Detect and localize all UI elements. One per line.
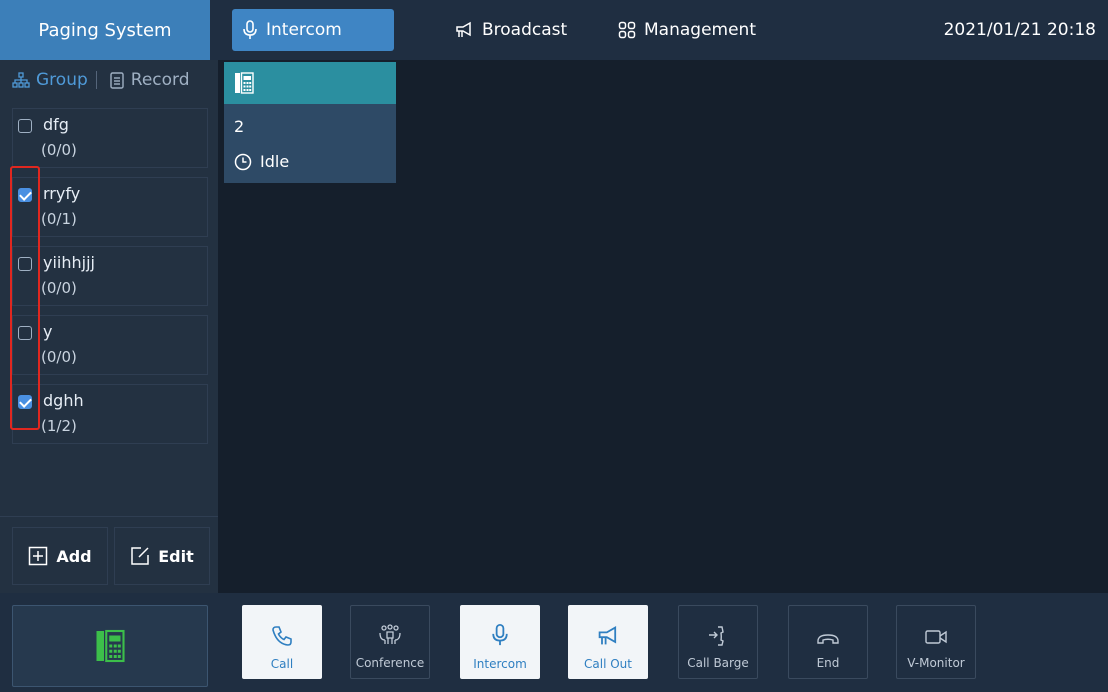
- sidebar-tab-record-label: Record: [130, 70, 190, 90]
- sidebar-tab-group-label: Group: [36, 70, 88, 90]
- device-number: 2: [234, 117, 245, 136]
- v-monitor-button-label: V-Monitor: [907, 656, 965, 670]
- desk-phone-icon: [96, 629, 125, 663]
- checkbox-highlight-box: [10, 166, 40, 430]
- call-out-button[interactable]: Call Out: [568, 605, 648, 679]
- device-card-header: [224, 62, 396, 104]
- tab-management[interactable]: Management: [608, 9, 788, 51]
- hang-up-icon: [817, 634, 839, 644]
- group-count: (0/1): [41, 210, 77, 228]
- clipboard-icon: [110, 72, 124, 89]
- megaphone-icon: [456, 21, 471, 37]
- group-name: dfg: [43, 115, 69, 134]
- sidebar-tabs: Group Record: [0, 60, 218, 100]
- group-item[interactable]: yiihhjjj (0/0): [12, 246, 208, 306]
- call-button[interactable]: Call: [242, 605, 322, 679]
- conference-icon: [379, 624, 401, 644]
- call-out-button-label: Call Out: [584, 657, 632, 671]
- sidebar-tab-record[interactable]: Record: [97, 70, 190, 90]
- datetime: 2021/01/21 20:18: [943, 20, 1096, 40]
- desk-phone-icon: [235, 72, 254, 94]
- group-count: (0/0): [41, 141, 77, 159]
- tab-broadcast[interactable]: Broadcast: [444, 9, 584, 51]
- org-chart-icon: [12, 72, 30, 88]
- plus-square-icon: [29, 546, 48, 566]
- group-name: yiihhjjj: [43, 253, 95, 272]
- intercom-button-label: Intercom: [473, 657, 527, 671]
- tab-management-label: Management: [644, 20, 756, 40]
- group-count: (0/0): [41, 348, 77, 366]
- top-bar: Paging System Intercom Broadcast Managem…: [0, 0, 1108, 60]
- grid-icon: [618, 21, 636, 39]
- group-name: rryfy: [43, 184, 81, 203]
- edit-icon: [131, 547, 149, 565]
- tab-intercom-label: Intercom: [266, 20, 342, 40]
- group-item[interactable]: dghh (1/2): [12, 384, 208, 444]
- main-panel: 2 Idle: [218, 60, 1108, 593]
- video-camera-icon: [925, 630, 947, 644]
- v-monitor-button[interactable]: V-Monitor: [896, 605, 976, 679]
- add-group-button[interactable]: Add: [12, 527, 108, 585]
- call-button-label: Call: [270, 657, 294, 671]
- group-count: (1/2): [41, 417, 77, 435]
- tab-broadcast-label: Broadcast: [482, 20, 568, 40]
- sidebar-tab-group[interactable]: Group: [0, 70, 88, 90]
- clock-icon: [234, 153, 252, 170]
- group-item[interactable]: y (0/0): [12, 315, 208, 375]
- edit-group-label: Edit: [158, 546, 194, 566]
- call-barge-button-label: Call Barge: [687, 656, 749, 670]
- group-list: dfg (0/0) rryfy (0/1) yiihhjjj (0/0) y (…: [12, 108, 208, 453]
- end-call-button[interactable]: End: [788, 605, 868, 679]
- app-title: Paging System: [0, 0, 210, 60]
- intercom-button[interactable]: Intercom: [460, 605, 540, 679]
- add-group-label: Add: [56, 546, 92, 566]
- group-item[interactable]: dfg (0/0): [12, 108, 208, 168]
- phone-icon: [272, 626, 292, 646]
- group-count: (0/0): [41, 279, 77, 297]
- call-barge-icon: [709, 626, 724, 646]
- conference-button-label: Conference: [355, 656, 425, 670]
- end-call-button-label: End: [816, 656, 840, 670]
- sidebar-actions: Add Edit: [0, 516, 218, 593]
- group-item[interactable]: rryfy (0/1): [12, 177, 208, 237]
- device-status-label: Idle: [260, 152, 290, 171]
- bottom-bar: Call Conference Intercom Call Out Call B…: [0, 593, 1108, 692]
- edit-group-button[interactable]: Edit: [114, 527, 210, 585]
- device-status: Idle: [234, 152, 289, 171]
- device-card[interactable]: 2 Idle: [224, 62, 396, 183]
- mic-icon: [243, 20, 257, 39]
- mic-icon: [492, 623, 508, 646]
- megaphone-icon: [598, 626, 617, 645]
- conference-button[interactable]: Conference: [350, 605, 430, 679]
- device-type-selector[interactable]: [12, 605, 208, 687]
- tab-intercom[interactable]: Intercom: [232, 9, 394, 51]
- group-checkbox[interactable]: [18, 119, 32, 133]
- group-name: dghh: [43, 391, 84, 410]
- sidebar: Group Record dfg (0/0) rryfy (0/1) yiihh…: [0, 60, 218, 593]
- group-name: y: [43, 322, 53, 341]
- call-barge-button[interactable]: Call Barge: [678, 605, 758, 679]
